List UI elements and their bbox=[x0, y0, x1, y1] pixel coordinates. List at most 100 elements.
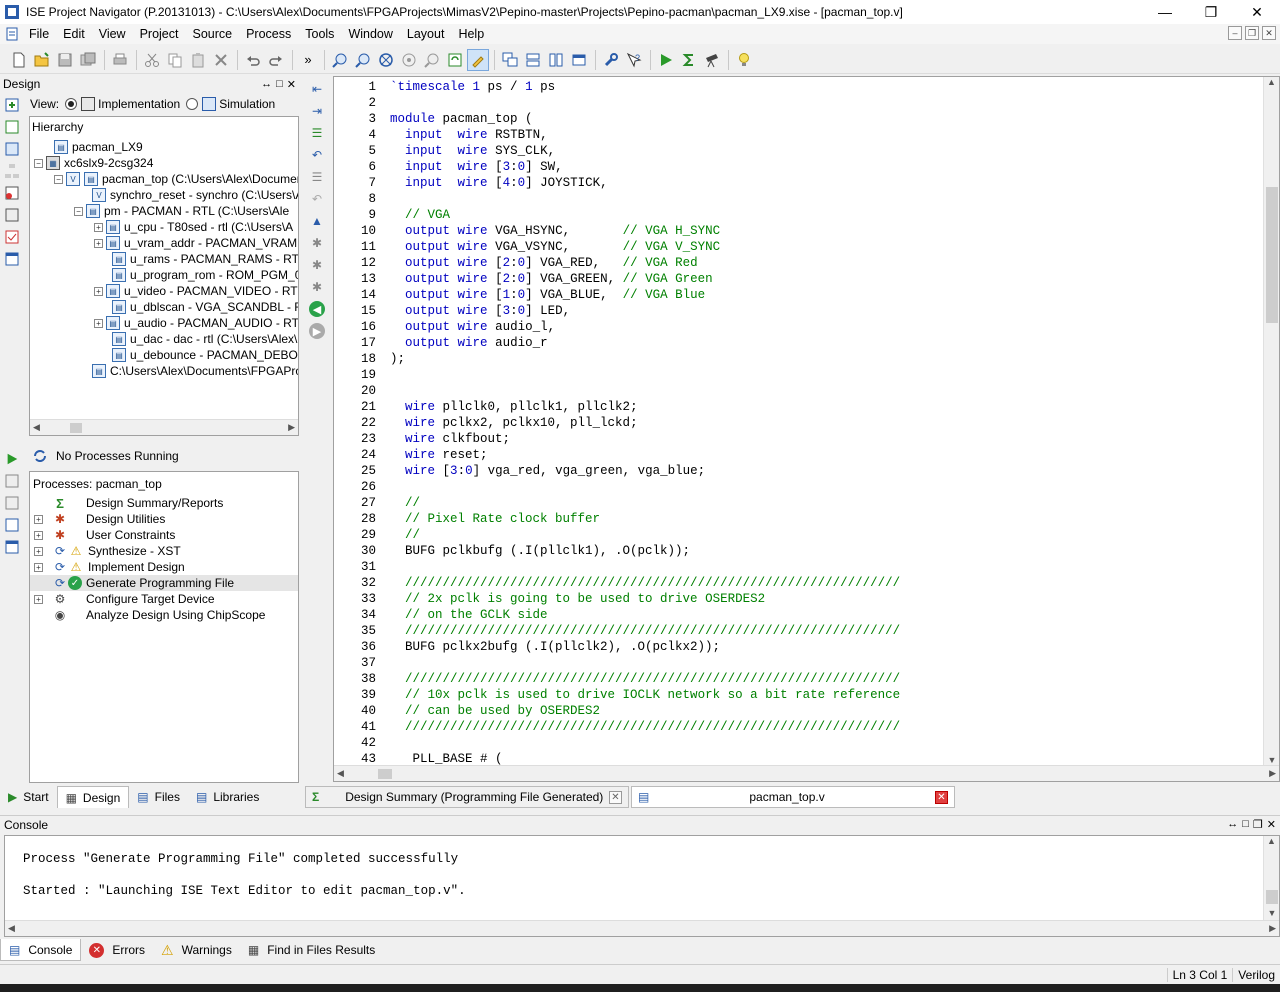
code-line[interactable]: output wire [2:0] VGA_GREEN, // VGA Gree… bbox=[390, 272, 713, 286]
editor-vertical-scrollbar[interactable]: ▲ ▼ bbox=[1263, 77, 1279, 767]
expand-icon[interactable]: + bbox=[34, 514, 43, 524]
zoom-out-button[interactable] bbox=[352, 49, 374, 71]
code-line[interactable]: `timescale 1 ps / 1 ps bbox=[390, 80, 555, 94]
tree-item-u-rams[interactable]: ▤ u_rams - PACMAN_RAMS - RTL bbox=[112, 251, 298, 267]
code-line[interactable]: module pacman_top ( bbox=[390, 112, 533, 126]
paste-button[interactable] bbox=[187, 49, 209, 71]
scroll-thumb[interactable] bbox=[1266, 187, 1278, 323]
undo-edit-button[interactable]: ↶ bbox=[308, 190, 326, 208]
process-design-summary[interactable]: Σ Design Summary/Reports bbox=[52, 495, 223, 511]
code-line[interactable]: wire clkfbout; bbox=[390, 432, 510, 446]
format-button[interactable]: ☰ bbox=[308, 168, 326, 186]
code-line[interactable]: output wire [3:0] LED, bbox=[390, 304, 570, 318]
rerun-button[interactable] bbox=[3, 472, 21, 490]
code-line[interactable]: input wire RSTBTN, bbox=[390, 128, 548, 142]
menu-file[interactable]: File bbox=[22, 27, 56, 41]
scroll-left-icon[interactable]: ◀ bbox=[337, 768, 344, 779]
print-button[interactable] bbox=[109, 49, 131, 71]
cut-button[interactable] bbox=[141, 49, 163, 71]
menu-help[interactable]: Help bbox=[451, 27, 491, 41]
code-line[interactable]: BUFG pclkbufg (.I(pllclk1), .O(pclk)); bbox=[390, 544, 690, 558]
code-line[interactable]: // on the GCLK side bbox=[390, 608, 548, 622]
tree-item-u-cpu[interactable]: + ▤ u_cpu - T80sed - rtl (C:\Users\A bbox=[94, 219, 293, 235]
forward-button[interactable]: ▶ bbox=[308, 322, 326, 340]
tree-item-u-debounce[interactable]: ▤ u_debounce - PACMAN_DEBOU bbox=[112, 347, 298, 363]
scroll-right-icon[interactable]: ▶ bbox=[1269, 923, 1276, 934]
telescope-button[interactable] bbox=[701, 49, 723, 71]
scroll-down-icon[interactable]: ▼ bbox=[1264, 755, 1279, 765]
code-line[interactable]: output wire [2:0] VGA_RED, // VGA Red bbox=[390, 256, 698, 270]
implementation-label[interactable]: Implementation bbox=[98, 97, 180, 111]
zoom-full-button[interactable] bbox=[375, 49, 397, 71]
expand-icon[interactable]: + bbox=[34, 562, 43, 572]
tree-item-pm[interactable]: − ▤ pm - PACMAN - RTL (C:\Users\Ale bbox=[74, 203, 289, 219]
help-pointer-button[interactable]: ? bbox=[623, 49, 645, 71]
tile-horizontal-button[interactable] bbox=[522, 49, 544, 71]
code-line[interactable]: input wire SYS_CLK, bbox=[390, 144, 555, 158]
menu-project[interactable]: Project bbox=[133, 27, 186, 41]
new-file-button[interactable] bbox=[8, 49, 30, 71]
replace-button[interactable]: ✱ bbox=[308, 278, 326, 296]
process-generate-programming-file[interactable]: ⟳ ✓ Generate Programming File bbox=[30, 575, 298, 591]
scroll-up-icon[interactable]: ▲ bbox=[1264, 77, 1279, 87]
code-line[interactable]: wire [3:0] vga_red, vga_green, vga_blue; bbox=[390, 464, 705, 478]
cascade-button[interactable] bbox=[499, 49, 521, 71]
tab-warnings[interactable]: ⚠ Warnings bbox=[153, 939, 240, 961]
collapse-icon[interactable]: − bbox=[74, 206, 83, 216]
tab-design[interactable]: ▦ Design bbox=[56, 786, 130, 808]
close-window-button[interactable]: ✕ bbox=[1234, 0, 1280, 24]
code-line[interactable]: // VGA bbox=[390, 208, 450, 222]
properties-button[interactable] bbox=[3, 206, 21, 224]
tree-item-synchro-reset[interactable]: Vsynchro_reset - synchro (C:\Users\A bbox=[92, 187, 298, 203]
scroll-down-icon[interactable]: ▼ bbox=[1264, 908, 1280, 918]
back-button[interactable]: ◀ bbox=[308, 300, 326, 318]
scroll-right-icon[interactable]: ▶ bbox=[1269, 768, 1276, 779]
tree-item-constraints[interactable]: ▤ C:\Users\Alex\Documents\FPGAPro bbox=[92, 363, 298, 379]
code-line[interactable]: // 2x pclk is going to be used to drive … bbox=[390, 592, 765, 606]
tab-design-summary[interactable]: Σ Design Summary (Programming File Genera… bbox=[305, 786, 629, 808]
comment-button[interactable]: ☰ bbox=[308, 124, 326, 142]
save-button[interactable] bbox=[54, 49, 76, 71]
code-line[interactable]: // 10x pclk is used to drive IOCLK netwo… bbox=[390, 688, 900, 702]
checklist-button[interactable] bbox=[3, 228, 21, 246]
console-horizontal-scrollbar[interactable]: ◀ ▶ bbox=[5, 920, 1279, 936]
menu-view[interactable]: View bbox=[92, 27, 133, 41]
zoom-in-button[interactable] bbox=[329, 49, 351, 71]
processes-tree[interactable]: Processes: pacman_top Σ Design Summary/Re… bbox=[29, 471, 299, 783]
tree-item-u-audio[interactable]: + ▤ u_audio - PACMAN_AUDIO - RT bbox=[94, 315, 298, 331]
stop-button[interactable] bbox=[3, 516, 21, 534]
panel-layout-button[interactable] bbox=[3, 250, 21, 268]
menu-layout[interactable]: Layout bbox=[400, 27, 452, 41]
tree-item-project[interactable]: ▤ pacman_LX9 bbox=[54, 139, 143, 155]
simulation-label[interactable]: Simulation bbox=[219, 97, 275, 111]
menu-window[interactable]: Window bbox=[341, 27, 399, 41]
scroll-thumb[interactable] bbox=[378, 769, 392, 779]
run-process-button[interactable] bbox=[3, 450, 21, 468]
code-line[interactable]: output wire VGA_VSYNC, // VGA V_SYNC bbox=[390, 240, 720, 254]
hierarchy-button[interactable] bbox=[3, 162, 21, 180]
hierarchy-tree[interactable]: ▤ pacman_LX9 − ▦ xc6slx9-2csg324 − V ▤ pacman_… bbox=[29, 116, 299, 436]
find-button[interactable]: ✱ bbox=[308, 256, 326, 274]
tab-start[interactable]: ▶ Start bbox=[0, 786, 57, 808]
float-panel-button[interactable]: ↔ bbox=[261, 78, 272, 91]
toggle-panels-button[interactable] bbox=[568, 49, 590, 71]
code-line[interactable]: ////////////////////////////////////////… bbox=[390, 672, 900, 686]
redo-button[interactable] bbox=[265, 49, 287, 71]
process-design-utilities[interactable]: + ✱ Design Utilities bbox=[34, 511, 165, 527]
code-line[interactable]: output wire VGA_HSYNC, // VGA H_SYNC bbox=[390, 224, 720, 238]
code-line[interactable]: output wire audio_l, bbox=[390, 320, 555, 334]
simulation-radio[interactable] bbox=[186, 98, 199, 110]
expand-icon[interactable]: + bbox=[94, 222, 103, 232]
tile-vertical-button[interactable] bbox=[545, 49, 567, 71]
process-user-constraints[interactable]: + ✱ User Constraints bbox=[34, 527, 175, 543]
minimize-button[interactable]: — bbox=[1142, 0, 1188, 24]
implementation-radio[interactable] bbox=[65, 98, 78, 110]
code-line[interactable]: wire pclkx2, pclkx10, pll_lckd; bbox=[390, 416, 638, 430]
summary-button[interactable] bbox=[678, 49, 700, 71]
process-properties-button[interactable] bbox=[3, 538, 21, 556]
expand-icon[interactable]: + bbox=[34, 546, 43, 556]
scroll-left-icon[interactable]: ◀ bbox=[8, 923, 15, 934]
process-analyze-chipscope[interactable]: ◉ Analyze Design Using ChipScope bbox=[52, 607, 266, 623]
expand-icon[interactable]: + bbox=[34, 594, 43, 604]
tab-pacman-top-v[interactable]: ▤ pacman_top.v ✕ bbox=[631, 786, 955, 808]
